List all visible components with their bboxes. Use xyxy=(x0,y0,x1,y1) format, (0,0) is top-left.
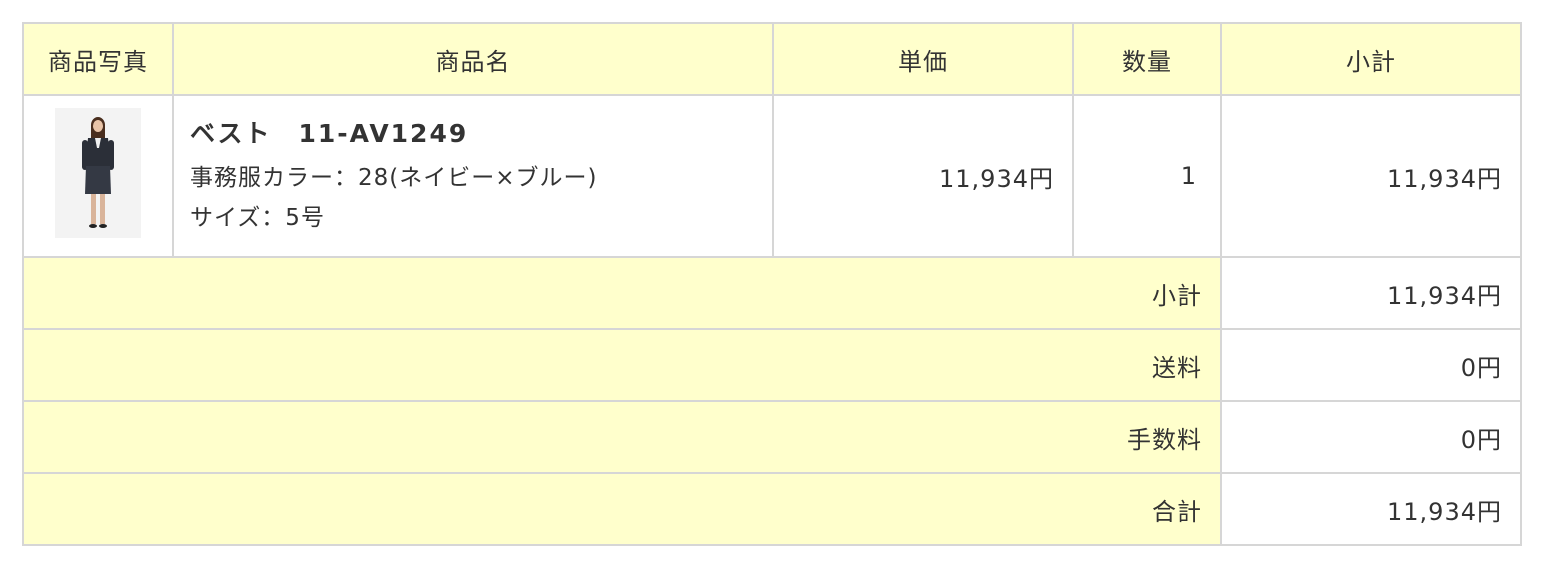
header-unit-price: 単価 xyxy=(772,22,1074,96)
summary-label: 小計 xyxy=(22,256,1222,330)
woman-in-navy-suit-icon xyxy=(55,108,141,238)
product-name-cell: ベスト 11-AV1249 事務服カラー：28(ネイビー×ブルー) サイズ：5号 xyxy=(172,94,774,258)
product-name[interactable]: ベスト 11-AV1249 xyxy=(190,114,772,150)
table-header-row: 商品写真 商品名 単価 数量 小計 xyxy=(22,22,1522,96)
product-photo-cell xyxy=(22,94,174,258)
product-photo[interactable] xyxy=(55,108,141,238)
summary-row-fee: 手数料 0円 xyxy=(22,400,1522,474)
summary-value: 0円 xyxy=(1220,328,1522,402)
header-photo: 商品写真 xyxy=(22,22,174,96)
summary-label: 合計 xyxy=(22,472,1222,546)
header-subtotal: 小計 xyxy=(1220,22,1522,96)
unit-price: 11,934円 xyxy=(772,94,1074,258)
header-product-name: 商品名 xyxy=(172,22,774,96)
item-subtotal: 11,934円 xyxy=(1220,94,1522,258)
summary-value: 11,934円 xyxy=(1220,256,1522,330)
product-color-option: 事務服カラー：28(ネイビー×ブルー) xyxy=(190,165,598,191)
summary-row-subtotal: 小計 11,934円 xyxy=(22,256,1522,330)
summary-label: 送料 xyxy=(22,328,1222,402)
summary-row-total: 合計 11,934円 xyxy=(22,472,1522,546)
order-summary-table: 商品写真 商品名 単価 数量 小計 ベスト 11-AV1249 事務服カラー：2… xyxy=(22,22,1522,546)
quantity-value: 1 xyxy=(1072,94,1222,258)
summary-value: 0円 xyxy=(1220,400,1522,474)
header-quantity: 数量 xyxy=(1072,22,1222,96)
table-row: ベスト 11-AV1249 事務服カラー：28(ネイビー×ブルー) サイズ：5号… xyxy=(22,94,1522,258)
summary-value: 11,934円 xyxy=(1220,472,1522,546)
product-size-option: サイズ：5号 xyxy=(190,205,325,231)
summary-row-shipping: 送料 0円 xyxy=(22,328,1522,402)
summary-label: 手数料 xyxy=(22,400,1222,474)
